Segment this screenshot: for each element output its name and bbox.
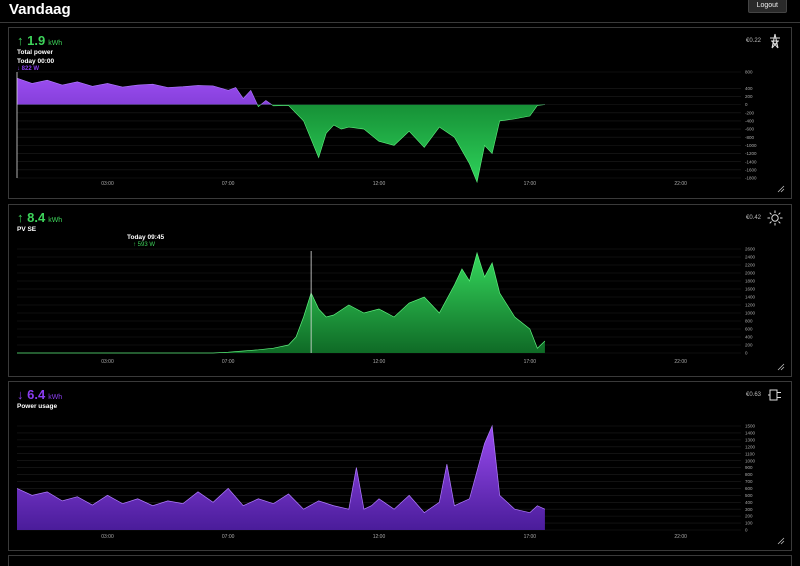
power-usage-panel: ↓ 6.4 kWh Power usage €0.63 1500 1400 1300 1… bbox=[8, 381, 792, 551]
x-tick-label: 12:00 bbox=[373, 534, 386, 540]
y-tick-label: 300 bbox=[745, 507, 753, 512]
y-tick-label: 800 bbox=[745, 319, 753, 324]
y-tick-label: 500 bbox=[745, 493, 753, 498]
resize-icon[interactable] bbox=[777, 537, 785, 545]
y-tick-label: 800 bbox=[745, 472, 753, 477]
cursor-time: Today 09:45 bbox=[127, 234, 165, 241]
x-tick-label: 07:00 bbox=[222, 534, 235, 540]
y-tick-label: 1600 bbox=[745, 287, 756, 292]
y-tick-label: -1600 bbox=[745, 167, 757, 172]
x-tick-label: 12:00 bbox=[373, 359, 386, 365]
y-tick-label: 600 bbox=[745, 327, 753, 332]
logout-button[interactable]: Logout bbox=[747, 0, 787, 13]
y-tick-label: 1400 bbox=[745, 295, 756, 300]
y-tick-label: 100 bbox=[745, 521, 753, 526]
x-tick-label: 07:00 bbox=[222, 359, 235, 365]
y-tick-label: 1000 bbox=[745, 311, 756, 316]
y-tick-label: 1100 bbox=[745, 451, 755, 456]
top-bar: Vandaag Logout bbox=[0, 0, 800, 23]
pv-chart: 2600240022002000180016001400120010008006… bbox=[17, 247, 756, 365]
x-tick-label: 22:00 bbox=[674, 534, 687, 540]
series-area bbox=[17, 426, 545, 530]
y-tick-label: 800 bbox=[745, 70, 753, 75]
y-tick-label: 200 bbox=[745, 514, 753, 519]
x-tick-label: 17:00 bbox=[524, 359, 537, 365]
x-tick-label: 07:00 bbox=[222, 181, 235, 187]
y-tick-label: 1500 bbox=[745, 424, 756, 429]
y-tick-label: -1200 bbox=[745, 151, 757, 156]
usage-chart: 1500140013001200110010009008007006005004… bbox=[16, 424, 756, 540]
y-tick-label: -400 bbox=[745, 119, 755, 124]
x-tick-label: 17:00 bbox=[524, 534, 537, 540]
y-tick-label: 0 bbox=[745, 102, 748, 107]
y-tick-label: 0 bbox=[745, 528, 748, 533]
y-tick-label: 2000 bbox=[745, 271, 756, 276]
x-tick-label: 22:00 bbox=[674, 359, 687, 365]
page-title: Vandaag bbox=[9, 1, 71, 18]
y-tick-label: 0 bbox=[745, 351, 748, 356]
y-tick-label: 1300 bbox=[745, 437, 756, 442]
x-tick-label: 03:00 bbox=[101, 181, 114, 187]
total-power-chart: 800 400 200 0 -200 -400 -600 -800 -1000 -1200 -140… bbox=[16, 70, 757, 187]
pv-panel: ↑ 8.4 kWh PV SE €0.42 2600 2400 2200 2000 180… bbox=[8, 204, 792, 377]
x-tick-label: 03:00 bbox=[101, 534, 114, 540]
y-tick-label: -1800 bbox=[745, 176, 757, 181]
y-tick-label: 400 bbox=[745, 335, 753, 340]
y-tick-label: -600 bbox=[745, 127, 755, 132]
y-tick-label: -800 bbox=[745, 135, 755, 140]
y-tick-label: 900 bbox=[745, 465, 753, 470]
y-tick-label: 2400 bbox=[745, 255, 756, 260]
x-tick-label: 17:00 bbox=[524, 181, 537, 187]
y-tick-label: 2600 bbox=[745, 247, 756, 252]
x-tick-label: 22:00 bbox=[674, 181, 687, 187]
y-tick-label: 2200 bbox=[745, 263, 756, 268]
y-tick-label: 1200 bbox=[745, 444, 756, 449]
next-panel-edge bbox=[8, 555, 792, 566]
total-power-panel: ↑ 1.9 kWh Total power Today 00:00 ↓ 822 W… bbox=[8, 27, 792, 199]
y-tick-label: -1000 bbox=[745, 143, 757, 148]
resize-icon[interactable] bbox=[777, 185, 785, 193]
y-tick-label: 700 bbox=[745, 479, 753, 484]
y-tick-label: 600 bbox=[745, 486, 753, 491]
y-tick-label: 200 bbox=[745, 343, 753, 348]
y-tick-label: 1400 bbox=[745, 431, 756, 436]
x-tick-label: 12:00 bbox=[373, 181, 386, 187]
y-tick-label: -200 bbox=[745, 110, 755, 115]
y-tick-label: 1000 bbox=[745, 458, 756, 463]
series-area bbox=[17, 253, 545, 353]
y-tick-label: 1800 bbox=[745, 279, 756, 284]
y-tick-label: 200 bbox=[745, 94, 753, 99]
y-tick-label: 1200 bbox=[745, 303, 756, 308]
resize-icon[interactable] bbox=[777, 363, 785, 371]
x-tick-label: 03:00 bbox=[101, 359, 114, 365]
y-tick-label: 400 bbox=[745, 86, 753, 91]
cursor-value: ↑ 593 W bbox=[133, 242, 156, 248]
y-tick-label: 400 bbox=[745, 500, 753, 505]
y-tick-label: -1400 bbox=[745, 159, 757, 164]
